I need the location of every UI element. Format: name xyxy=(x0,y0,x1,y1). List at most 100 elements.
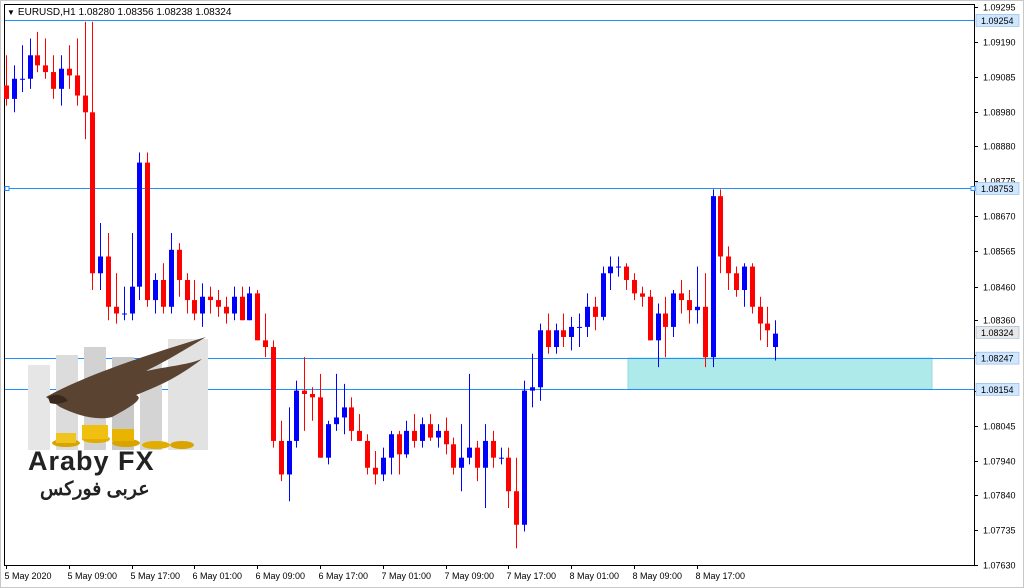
candle-body xyxy=(577,326,582,328)
candle xyxy=(608,256,613,291)
candle-body xyxy=(177,249,182,280)
candle-body xyxy=(765,323,770,331)
y-tick-label: 1.08670 xyxy=(983,212,1016,222)
level-price-tag-label: 1.08247 xyxy=(981,354,1014,364)
candle xyxy=(506,447,511,508)
candle-body xyxy=(726,256,731,274)
candle xyxy=(765,306,770,348)
candle-body xyxy=(640,293,645,297)
candle-body xyxy=(51,72,56,89)
candle xyxy=(4,55,9,106)
candle xyxy=(43,38,48,79)
candle-body xyxy=(349,407,354,431)
candle xyxy=(98,222,103,291)
candle xyxy=(342,383,347,435)
current-price-tag: 1.08324 xyxy=(975,326,1020,339)
candle-body xyxy=(200,296,205,314)
level-price-tag: 1.08753 xyxy=(975,182,1020,195)
y-tick-label: 1.07940 xyxy=(983,457,1016,467)
x-tick-label: 6 May 09:00 xyxy=(256,571,306,581)
candle-body xyxy=(616,266,621,268)
candle xyxy=(601,266,606,321)
candle xyxy=(640,286,645,307)
candle-body xyxy=(758,306,763,324)
level-price-tag: 1.08154 xyxy=(975,383,1020,396)
x-tick-label: 5 May 2020 xyxy=(5,571,52,581)
candle xyxy=(263,313,268,358)
candle xyxy=(703,273,708,368)
candle-body xyxy=(106,256,111,307)
symbol-info-bar[interactable]: ▼ EURUSD,H1 1.08280 1.08356 1.08238 1.083… xyxy=(7,7,231,18)
line-handle-right xyxy=(970,186,976,191)
candle-body xyxy=(153,279,158,301)
x-tick-label: 7 May 09:00 xyxy=(445,571,495,581)
candle-body xyxy=(216,300,221,307)
candle xyxy=(365,434,370,475)
candle-body xyxy=(522,390,527,525)
candle-body xyxy=(608,266,613,274)
candle-body xyxy=(185,279,190,301)
candle xyxy=(671,290,676,337)
candle xyxy=(711,189,716,368)
logo-text-english: Araby FX xyxy=(28,446,155,476)
candle-body xyxy=(334,417,339,425)
x-tick-label: 8 May 01:00 xyxy=(570,571,620,581)
level-price-tag: 1.08247 xyxy=(975,351,1020,365)
candle-body xyxy=(569,326,574,337)
candle xyxy=(349,397,354,441)
candle-body xyxy=(35,55,40,66)
candle-body xyxy=(734,273,739,291)
candle xyxy=(648,290,653,341)
candle xyxy=(585,293,590,337)
candle-body xyxy=(294,390,299,441)
candle-body xyxy=(436,430,441,438)
candle-body xyxy=(467,447,472,458)
candle-body xyxy=(271,347,276,441)
candle xyxy=(530,353,535,408)
candle-body xyxy=(263,340,268,348)
candle xyxy=(302,357,307,431)
candle-body xyxy=(648,296,653,341)
candle-body xyxy=(310,393,315,398)
y-tick-label: 1.08880 xyxy=(983,142,1016,152)
candle xyxy=(169,233,174,314)
candle xyxy=(192,279,197,321)
candle-body xyxy=(12,78,17,99)
candle-body xyxy=(397,434,402,455)
candle-body xyxy=(444,430,449,445)
candle-body xyxy=(656,313,661,341)
support-zone-rectangle[interactable] xyxy=(627,357,933,390)
candle xyxy=(514,457,519,549)
candle xyxy=(83,21,88,140)
candle xyxy=(499,447,504,465)
candle xyxy=(59,55,64,106)
candle-body xyxy=(491,440,496,458)
candle-body xyxy=(98,256,103,274)
candle-body xyxy=(546,330,551,348)
candle xyxy=(224,296,229,324)
candle xyxy=(459,424,464,492)
candle-body xyxy=(506,457,511,492)
candle xyxy=(389,430,394,475)
level-price-tag-label: 1.08753 xyxy=(981,184,1014,194)
y-tick-label: 1.08460 xyxy=(983,283,1016,293)
candle-body xyxy=(302,390,307,394)
candle-body xyxy=(130,286,135,314)
triangle-down-icon[interactable]: ▼ xyxy=(7,8,15,17)
candle-body xyxy=(240,296,245,321)
candle-body xyxy=(561,330,566,337)
candle-body xyxy=(137,162,142,287)
candle xyxy=(20,45,25,93)
y-tick-label: 1.09190 xyxy=(983,38,1016,48)
candle xyxy=(208,286,213,314)
candle-body xyxy=(718,196,723,257)
candle xyxy=(185,273,190,314)
candle xyxy=(75,38,80,106)
candle xyxy=(145,152,150,307)
candle xyxy=(106,233,111,321)
y-tick-label: 1.07630 xyxy=(983,561,1016,571)
candle xyxy=(679,279,684,314)
candle xyxy=(412,414,417,448)
candle-body xyxy=(389,434,394,458)
candle xyxy=(695,266,700,324)
